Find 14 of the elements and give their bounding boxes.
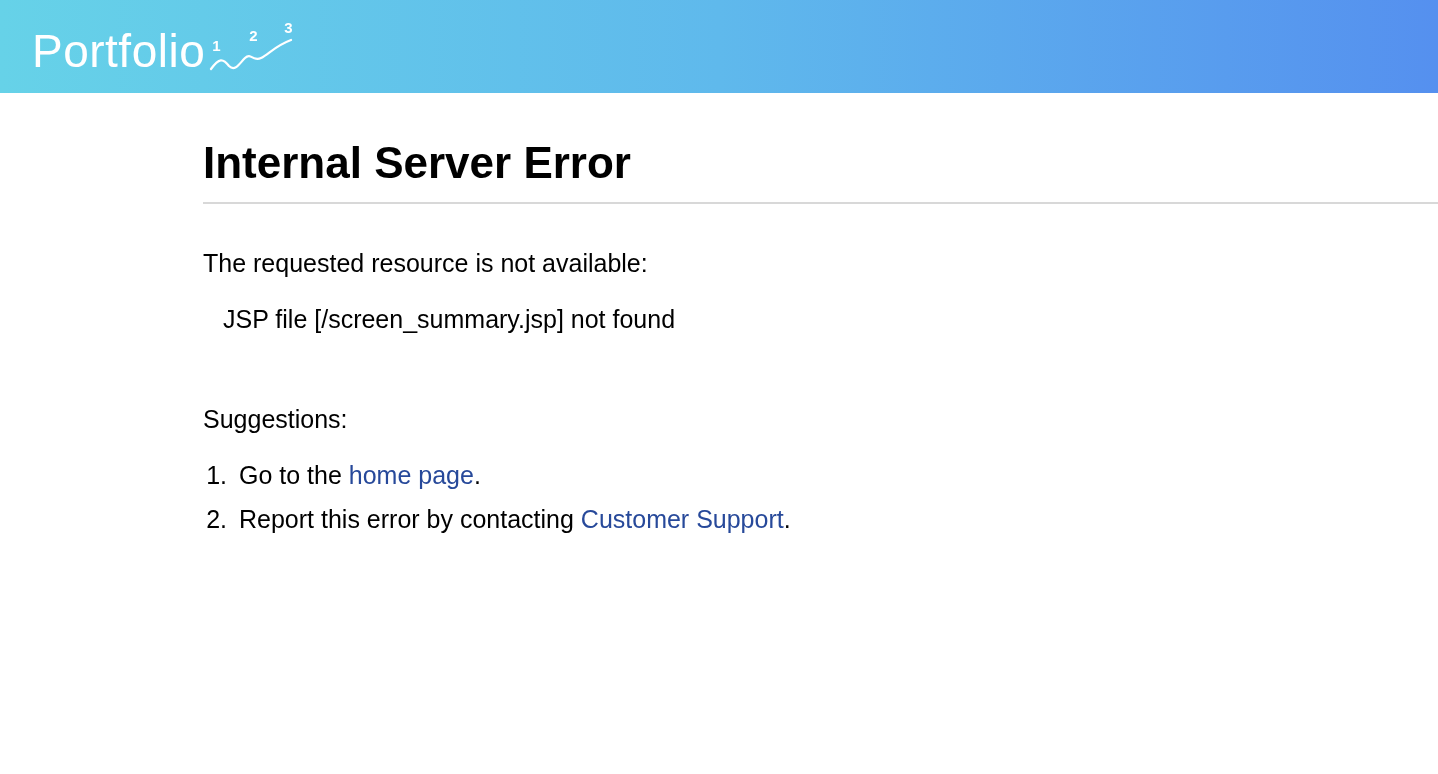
logo-digit: 3 bbox=[284, 19, 293, 35]
logo-digit: 2 bbox=[249, 27, 258, 43]
error-detail: JSP file [/screen_summary.jsp] not found bbox=[223, 303, 677, 334]
error-message: The requested resource is not available: bbox=[203, 247, 649, 278]
page-title: Internal Server Error bbox=[203, 137, 632, 189]
link[interactable]: Customer Support bbox=[580, 504, 784, 533]
logo-digit: 1 bbox=[212, 37, 221, 53]
suggestion-text: Report this error by contacting Customer Support. bbox=[239, 503, 791, 534]
logo-text: Portfolio bbox=[32, 27, 206, 74]
suggestion-text: Go to the home page. bbox=[239, 459, 481, 490]
list-number: 1. bbox=[205, 459, 228, 490]
suggestions-heading: Suggestions: bbox=[203, 403, 349, 434]
list-number: 2. bbox=[205, 503, 228, 534]
link[interactable]: home page bbox=[348, 460, 474, 489]
